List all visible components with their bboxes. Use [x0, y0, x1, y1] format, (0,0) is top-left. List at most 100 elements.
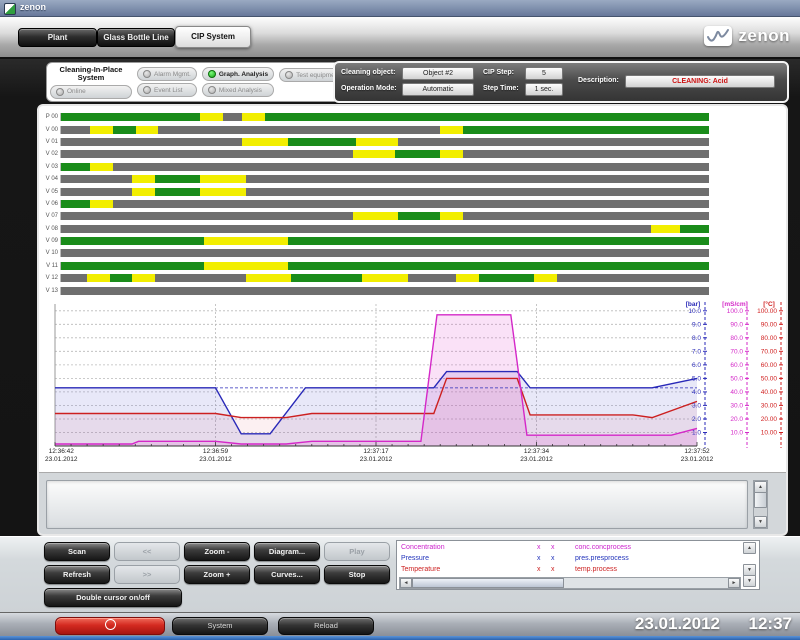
nav-item-test-equipment[interactable]: Test equipment	[279, 68, 341, 82]
analysis-panel: P 00V 00V 01V 02V 03V 04V 05V 06V 07V 08…	[37, 104, 788, 536]
gantt-segment-yellow	[200, 188, 245, 196]
legend-scroll-down2-icon[interactable]: ▼	[743, 575, 756, 587]
nav-item-event-list[interactable]: Event List	[137, 83, 197, 97]
gantt-row: V 09	[41, 235, 741, 247]
legend-series-name: Pressure	[401, 553, 429, 564]
gantt-segment-gray	[61, 212, 353, 220]
gantt-segment-gray	[61, 188, 132, 196]
gantt-row-bar	[60, 150, 709, 158]
tab-plant[interactable]: Plant	[18, 28, 97, 47]
legend-mark: x	[537, 564, 541, 575]
emergency-stop-button[interactable]	[55, 617, 165, 635]
svg-text:90.0: 90.0	[730, 321, 743, 328]
gantt-row-bar	[60, 113, 709, 121]
legend-channel-name: conc.concprocess	[575, 542, 631, 553]
gantt-segment-gray	[61, 287, 709, 295]
scroll-left-icon[interactable]: ◄	[400, 578, 412, 588]
svg-text:30.00: 30.00	[761, 402, 778, 409]
gantt-row-label: V 12	[41, 275, 60, 281]
legend-vscrollbar[interactable]: ▲ ▼ ▼	[743, 542, 756, 586]
gantt-row: V 10	[41, 247, 741, 259]
date-display: 23.01.2012	[635, 614, 720, 634]
scrollbar-thumb[interactable]	[754, 492, 767, 508]
gantt-segment-green	[291, 274, 362, 282]
cleaning-object-label: Cleaning object:	[341, 69, 395, 76]
gantt-segment-yellow	[242, 113, 265, 121]
nav-item-graph-analysis[interactable]: Graph. Analysis	[202, 67, 274, 81]
gantt-segment-green	[61, 200, 90, 208]
svg-text:5.0: 5.0	[692, 375, 701, 382]
legend-channel-name: pres.presprocess	[575, 553, 629, 564]
button-grid: Scan<<Zoom -Diagram...Play Refresh>>Zoom …	[44, 542, 394, 608]
gantt-row: V 07	[41, 210, 741, 222]
scroll-right-icon[interactable]: ►	[728, 578, 740, 588]
gantt-segment-green	[61, 262, 204, 270]
gantt-segment-gray	[158, 126, 440, 134]
hscrollbar-thumb[interactable]	[412, 578, 564, 588]
gantt-row: P 00	[41, 111, 741, 123]
svg-text:50.0: 50.0	[730, 375, 743, 382]
gantt-row-bar	[60, 262, 709, 270]
legend-scroll-up-icon[interactable]: ▲	[743, 542, 756, 554]
cip-step-label: CIP Step:	[483, 69, 514, 76]
radio-icon	[285, 71, 293, 79]
tab-glass-bottle-line[interactable]: Glass Bottle Line	[97, 28, 175, 47]
button-play[interactable]: Play	[324, 542, 390, 561]
gantt-segment-yellow	[136, 126, 159, 134]
gantt-row-bar	[60, 175, 709, 183]
gantt-segment-green	[110, 274, 133, 282]
gantt-row: V 11	[41, 260, 741, 272]
button-<<[interactable]: <<	[114, 542, 180, 561]
button-refresh[interactable]: Refresh	[44, 565, 110, 584]
empty-list-area	[46, 480, 748, 529]
legend-mark: x	[551, 553, 555, 564]
gantt-row: V 00	[41, 123, 741, 135]
trend-chart: [bar]10.09.08.07.06.05.04.03.02.01.0[mS/…	[43, 298, 783, 474]
scroll-down-icon[interactable]: ▼	[754, 516, 767, 528]
gantt-segment-gray	[61, 150, 353, 158]
trend-plot: [bar]10.09.08.07.06.05.04.03.02.01.0[mS/…	[43, 298, 783, 450]
button->>[interactable]: >>	[114, 565, 180, 584]
legend-row-temperature[interactable]: Temperaturexxtemp.process	[399, 564, 739, 575]
title-bar: zenon	[0, 0, 800, 17]
legend-hscrollbar[interactable]: ◄ ►	[399, 577, 741, 589]
svg-text:100.00: 100.00	[757, 308, 777, 315]
gantt-row-bar	[60, 126, 709, 134]
legend-series-name: Concentration	[401, 542, 445, 553]
nav-item-alarm-mgmt[interactable]: Alarm Mgmt.	[137, 67, 197, 81]
gantt-segment-gray	[61, 175, 132, 183]
button-scan[interactable]: Scan	[44, 542, 110, 561]
vertical-scrollbar[interactable]: ▲ ▼	[753, 480, 768, 529]
gantt-segment-green	[155, 188, 200, 196]
gantt-segment-yellow	[200, 175, 245, 183]
gantt-row-label: V 13	[41, 288, 60, 294]
button-stop[interactable]: Stop	[324, 565, 390, 584]
reload-button[interactable]: Reload	[278, 617, 374, 635]
gantt-segment-gray	[463, 212, 709, 220]
gantt-segment-gray	[408, 274, 457, 282]
button-zoom-+[interactable]: Zoom +	[184, 565, 250, 584]
svg-text:1.0: 1.0	[692, 430, 701, 437]
nav-item-mixed-analysis[interactable]: Mixed Analysis	[202, 83, 274, 97]
gantt-row-label: V 02	[41, 151, 60, 157]
nav-item-online[interactable]: Online	[50, 85, 132, 99]
gantt-segment-yellow	[132, 175, 155, 183]
button-zoom--[interactable]: Zoom -	[184, 542, 250, 561]
gantt-row: V 01	[41, 136, 741, 148]
gantt-row: V 02	[41, 148, 741, 160]
time-tick-label: 12:37:5223.01.2012	[675, 448, 719, 464]
tab-cip-system[interactable]: CIP System	[175, 26, 251, 48]
svg-text:20.00: 20.00	[761, 416, 778, 423]
gantt-row: V 12	[41, 272, 741, 284]
description-label: Description:	[578, 77, 619, 84]
system-selector-box: Cleaning-In-PlaceSystem Online Alarm Mgm…	[46, 62, 340, 102]
gantt-row-bar	[60, 138, 709, 146]
double-cursor-button[interactable]: Double cursor on/off	[44, 588, 182, 607]
button-curves-[interactable]: Curves...	[254, 565, 320, 584]
button-diagram-[interactable]: Diagram...	[254, 542, 320, 561]
legend-row-pressure[interactable]: Pressurexxpres.presprocess	[399, 553, 739, 564]
gantt-row-bar	[60, 237, 709, 245]
svg-text:60.00: 60.00	[761, 362, 778, 369]
system-button[interactable]: System	[172, 617, 268, 635]
legend-row-concentration[interactable]: Concentrationxxconc.concprocess	[399, 542, 739, 553]
